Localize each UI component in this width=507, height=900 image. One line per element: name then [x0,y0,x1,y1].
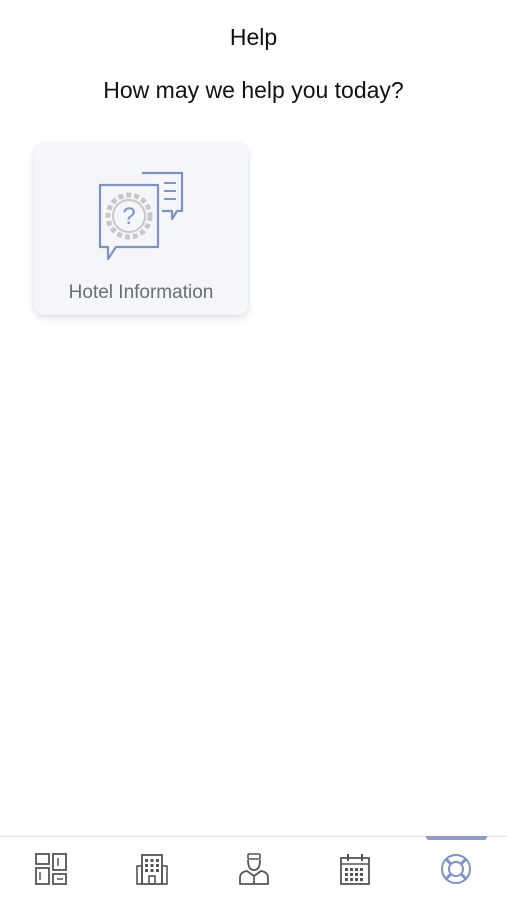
nav-item-dashboard[interactable] [0,837,101,900]
hotel-information-card[interactable]: ? Hotel Information [34,143,248,315]
nav-item-help[interactable] [406,836,507,900]
lifebuoy-icon [441,854,472,884]
calendar-icon [340,854,370,885]
hotel-building-icon [136,854,168,885]
help-chat-icon: ? [98,171,184,261]
card-label: Hotel Information [68,282,214,303]
nav-item-hotel[interactable] [101,837,202,900]
page-title: Help [229,24,278,50]
svg-text:?: ? [122,203,135,230]
active-tab-indicator [425,836,488,840]
dashboard-icon [34,853,67,885]
page-subtitle: How may we help you today? [103,77,404,103]
concierge-icon [238,853,269,885]
help-screen: Help How may we help you today? ? Hotel … [0,0,507,900]
bottom-navigation [0,836,507,900]
nav-item-calendar[interactable] [304,837,405,900]
nav-item-concierge[interactable] [203,837,304,900]
